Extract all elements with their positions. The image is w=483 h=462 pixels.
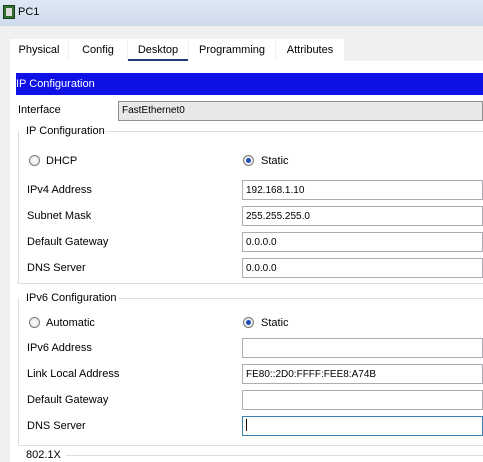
- interface-label: Interface: [18, 104, 61, 116]
- group-divider: [118, 298, 483, 299]
- dhcp-radio[interactable]: [29, 155, 40, 166]
- tab-config[interactable]: Config: [69, 39, 127, 61]
- group-divider: [18, 445, 483, 446]
- interface-select[interactable]: FastEthernet0: [118, 101, 483, 121]
- automatic-label: Automatic: [46, 317, 95, 329]
- default-gateway-label: Default Gateway: [27, 236, 109, 248]
- ipv4-static-label: Static: [261, 155, 289, 167]
- group-divider: [18, 298, 19, 445]
- title-bar: PC1: [0, 0, 483, 26]
- ipv6-dns-server-field[interactable]: [242, 416, 483, 436]
- window-title: PC1: [18, 6, 40, 18]
- group-divider: [18, 283, 483, 284]
- subnet-mask-label: Subnet Mask: [27, 210, 92, 222]
- tab-desktop[interactable]: Desktop: [128, 39, 188, 61]
- ipv4-address-field[interactable]: 192.168.1.10: [242, 180, 483, 200]
- ipv6-group-title: IPv6 Configuration: [26, 292, 117, 304]
- default-gateway-field[interactable]: 0.0.0.0: [242, 232, 483, 252]
- text-cursor: [246, 419, 247, 431]
- ipv6-static-radio[interactable]: [243, 317, 254, 328]
- tab-programming[interactable]: Programming: [189, 39, 275, 61]
- link-local-address-label: Link Local Address: [27, 368, 120, 380]
- dns-server-label: DNS Server: [27, 262, 86, 274]
- group-divider: [66, 455, 483, 456]
- tab-physical[interactable]: Physical: [10, 39, 68, 61]
- ipv6-default-gateway-label: Default Gateway: [27, 394, 109, 406]
- automatic-radio[interactable]: [29, 317, 40, 328]
- dns-server-field[interactable]: 0.0.0.0: [242, 258, 483, 278]
- ipv6-static-label: Static: [261, 317, 289, 329]
- ipv6-address-label: IPv6 Address: [27, 342, 92, 354]
- ipv6-default-gateway-field[interactable]: [242, 390, 483, 410]
- ipv4-address-label: IPv4 Address: [27, 184, 92, 196]
- dhcp-label: DHCP: [46, 155, 78, 167]
- group-divider: [106, 131, 483, 132]
- app-icon: [3, 5, 15, 19]
- group-divider: [18, 131, 19, 283]
- ip-configuration-header: IP Configuration: [16, 73, 483, 95]
- ipv4-static-radio[interactable]: [243, 155, 254, 166]
- link-local-address-field[interactable]: FE80::2D0:FFFF:FEE8:A74B: [242, 364, 483, 384]
- dot1x-group-title: 802.1X: [26, 449, 61, 461]
- subnet-mask-field[interactable]: 255.255.255.0: [242, 206, 483, 226]
- ipv6-address-field[interactable]: [242, 338, 483, 358]
- ipv4-group-title: IP Configuration: [26, 125, 105, 137]
- ipv6-dns-server-label: DNS Server: [27, 420, 86, 432]
- tab-attributes[interactable]: Attributes: [276, 39, 344, 61]
